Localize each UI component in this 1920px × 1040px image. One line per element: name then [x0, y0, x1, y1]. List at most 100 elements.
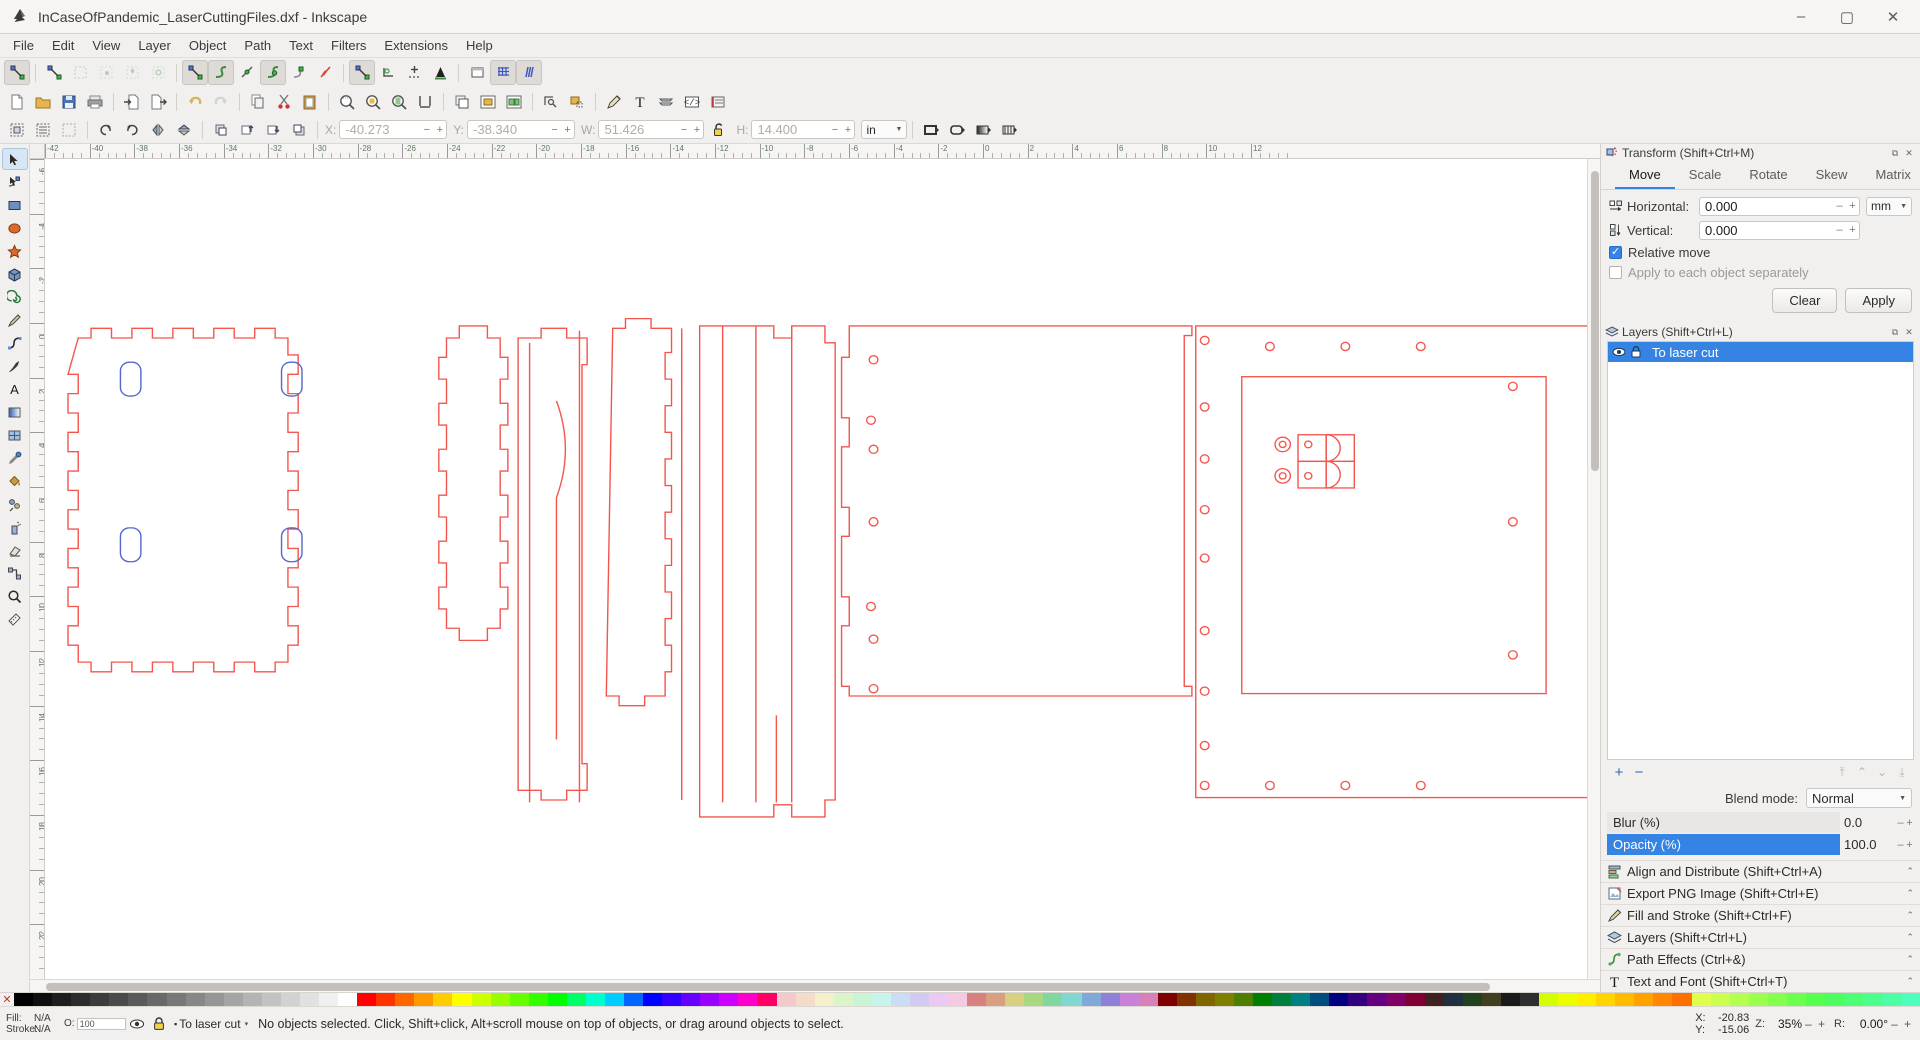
rotation-value[interactable]: 0.00° [1848, 1017, 1888, 1031]
transform-panel-float-button[interactable]: ⧉ [1888, 146, 1902, 160]
spray-tool[interactable] [2, 516, 28, 538]
x-decrement-button[interactable]: − [420, 124, 433, 136]
tab-matrix[interactable]: Matrix [1861, 162, 1920, 189]
palette-swatch[interactable] [338, 993, 357, 1007]
palette-swatch[interactable] [1482, 993, 1501, 1007]
layers-panel-close-button[interactable]: ✕ [1902, 325, 1916, 339]
import-icon[interactable] [119, 89, 145, 114]
zoom-value[interactable]: 35% [1768, 1017, 1802, 1031]
horizontal-decrement-button[interactable]: – [1833, 200, 1846, 212]
collapsed-panel-text-font[interactable]: T Text and Font (Shift+Ctrl+T) ⌃ [1601, 970, 1920, 992]
raise-to-top-icon[interactable] [208, 117, 234, 142]
palette-swatch[interactable] [1901, 993, 1920, 1007]
layer-lock-toggle[interactable] [148, 1014, 170, 1034]
palette-swatch[interactable] [1177, 993, 1196, 1007]
flip-vertical-icon[interactable] [171, 117, 197, 142]
opacity-slider-track[interactable]: Opacity (%) [1607, 834, 1840, 855]
palette-swatch[interactable] [1329, 993, 1348, 1007]
palette-swatch[interactable] [300, 993, 319, 1007]
palette-swatch[interactable] [1425, 993, 1444, 1007]
snap-midline-icon[interactable] [312, 60, 338, 85]
tab-rotate[interactable]: Rotate [1735, 162, 1801, 189]
color-palette[interactable]: ✕ [0, 992, 1920, 1006]
width-decrement-button[interactable]: − [677, 124, 690, 136]
horizontal-ruler[interactable]: -42-40-38-36-34-32-30-28-26-24-22-20-18-… [30, 144, 1600, 159]
palette-swatch[interactable] [90, 993, 109, 1007]
blur-slider-track[interactable]: Blur (%) [1607, 812, 1840, 833]
node-tool[interactable] [2, 171, 28, 193]
palette-swatch[interactable] [834, 993, 853, 1007]
palette-swatch[interactable] [1653, 993, 1672, 1007]
raise-layer-to-top-button[interactable]: ⤒ [1832, 763, 1852, 781]
collapsed-panel-export-png[interactable]: Export PNG Image (Shift+Ctrl+E) ⌃ [1601, 882, 1920, 904]
y-decrement-button[interactable]: − [548, 124, 561, 136]
chevron-up-icon[interactable]: ⌃ [1906, 976, 1914, 987]
zoom-page-width-icon[interactable] [412, 89, 438, 114]
palette-swatch[interactable] [1158, 993, 1177, 1007]
relative-move-row[interactable]: Relative move [1601, 242, 1920, 262]
lock-icon[interactable] [1629, 345, 1643, 359]
snap-nodes-icon[interactable] [182, 60, 208, 85]
lower-layer-to-bottom-button[interactable]: ⤓ [1892, 763, 1912, 781]
save-document-icon[interactable] [56, 89, 82, 114]
collapsed-panel-align[interactable]: Align and Distribute (Shift+Ctrl+A) ⌃ [1601, 860, 1920, 882]
palette-swatch[interactable] [1825, 993, 1844, 1007]
chevron-up-icon[interactable]: ⌃ [1906, 932, 1914, 943]
palette-swatch[interactable] [1272, 993, 1291, 1007]
select-all-icon[interactable] [4, 117, 30, 142]
connector-tool[interactable] [2, 562, 28, 584]
palette-swatch[interactable] [281, 993, 300, 1007]
vertical-increment-button[interactable]: + [1846, 224, 1859, 236]
chevron-up-icon[interactable]: ⌃ [1906, 910, 1914, 921]
apply-each-checkbox[interactable] [1609, 266, 1622, 279]
palette-swatch[interactable] [967, 993, 986, 1007]
palette-swatch[interactable] [109, 993, 128, 1007]
menu-object[interactable]: Object [180, 36, 236, 55]
raise-layer-button[interactable]: ⌃ [1852, 763, 1872, 781]
palette-swatch[interactable] [853, 993, 872, 1007]
y-value[interactable]: -38.340 [468, 122, 548, 137]
open-document-icon[interactable] [30, 89, 56, 114]
current-layer-selector[interactable]: ▪ To laser cut ▾ [174, 1017, 248, 1031]
measure-tool[interactable] [2, 608, 28, 630]
collapsed-panel-path-effects[interactable]: Path Effects (Ctrl+&) ⌃ [1601, 948, 1920, 970]
palette-swatch[interactable] [452, 993, 471, 1007]
paste-icon[interactable] [297, 89, 323, 114]
chevron-up-icon[interactable]: ⌃ [1906, 866, 1914, 877]
text-font-icon[interactable]: T [627, 89, 653, 114]
palette-swatch[interactable] [1844, 993, 1863, 1007]
fill-stroke-indicator[interactable]: Fill:N/A Stroke:N/A [6, 1013, 64, 1035]
horizontal-scrollbar-thumb[interactable] [46, 983, 1490, 991]
width-field[interactable]: W: 51.426 − + [575, 119, 704, 141]
unit-selector[interactable]: in ▼ [861, 120, 907, 139]
snap-path-icon[interactable] [208, 60, 234, 85]
snap-text-baseline-icon[interactable] [427, 60, 453, 85]
palette-swatch[interactable] [986, 993, 1005, 1007]
palette-swatch[interactable] [128, 993, 147, 1007]
blur-increment-button[interactable]: + [1905, 817, 1914, 829]
palette-swatch[interactable] [14, 993, 33, 1007]
palette-swatch[interactable] [1348, 993, 1367, 1007]
lower-layer-button[interactable]: ⌄ [1872, 763, 1892, 781]
clone-icon[interactable] [564, 89, 590, 114]
palette-swatch[interactable] [1043, 993, 1062, 1007]
horizontal-input[interactable]: 0.000 – + [1699, 197, 1860, 216]
dropper-tool[interactable] [2, 447, 28, 469]
vertical-input[interactable]: 0.000 – + [1699, 221, 1860, 240]
height-decrement-button[interactable]: − [828, 124, 841, 136]
menu-extensions[interactable]: Extensions [375, 36, 457, 55]
palette-swatch[interactable] [1615, 993, 1634, 1007]
flip-horizontal-icon[interactable] [145, 117, 171, 142]
palette-swatch[interactable] [1215, 993, 1234, 1007]
palette-swatch[interactable] [1787, 993, 1806, 1007]
palette-swatch[interactable] [414, 993, 433, 1007]
palette-swatch[interactable] [167, 993, 186, 1007]
collapsed-panel-layers[interactable]: Layers (Shift+Ctrl+L) ⌃ [1601, 926, 1920, 948]
affect-rounded-corners-icon[interactable] [944, 117, 970, 142]
menu-help[interactable]: Help [457, 36, 502, 55]
palette-swatch[interactable] [910, 993, 929, 1007]
menu-layer[interactable]: Layer [129, 36, 180, 55]
palette-swatch[interactable] [719, 993, 738, 1007]
3dbox-tool[interactable] [2, 263, 28, 285]
new-document-icon[interactable] [4, 89, 30, 114]
